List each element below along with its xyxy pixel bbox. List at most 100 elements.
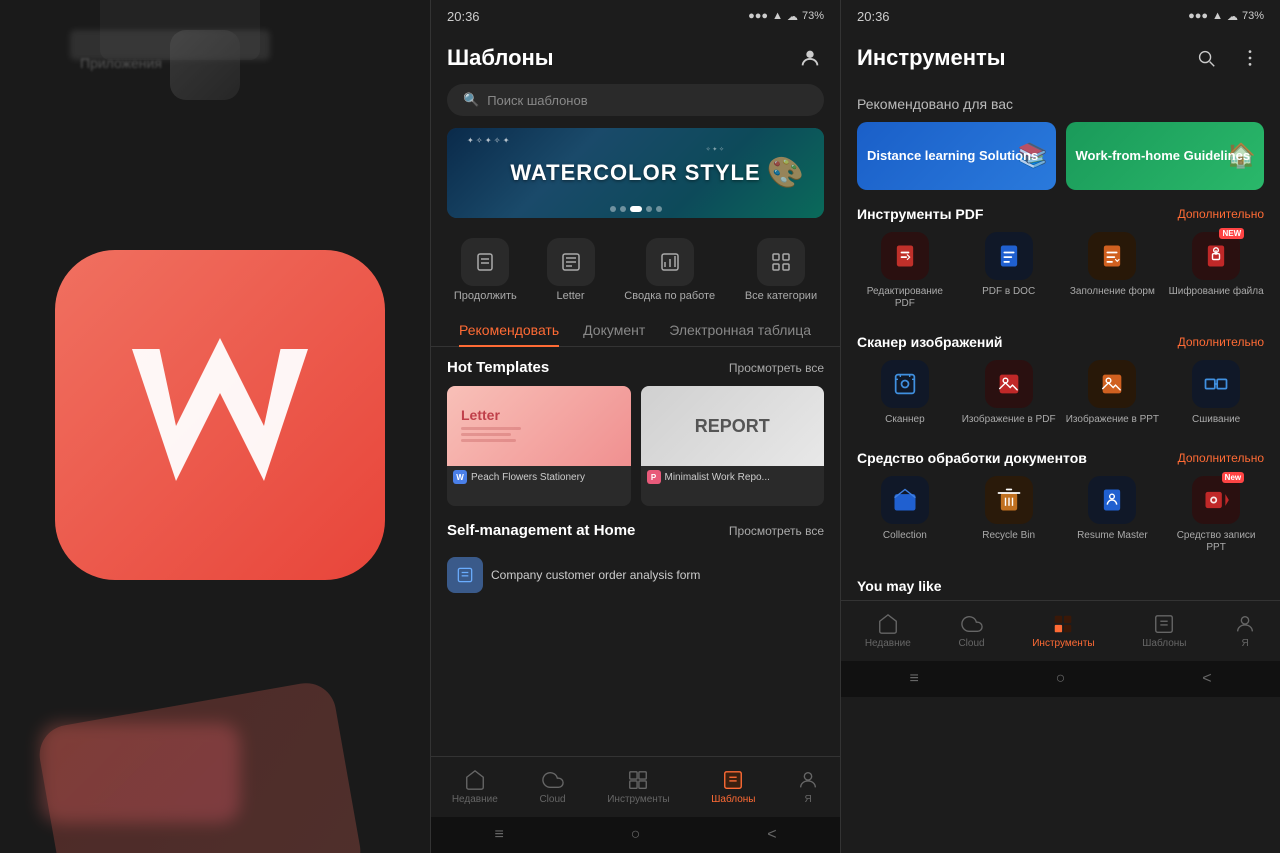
self-mgmt-more[interactable]: Просмотреть все	[729, 524, 824, 538]
nav-recent-1[interactable]: Недавние	[440, 765, 510, 809]
wps-logo	[55, 250, 385, 580]
nav-tools-1[interactable]: Инструменты	[595, 765, 681, 809]
battery-2: 73%	[1242, 10, 1264, 22]
quick-action-categories[interactable]: Все категории	[745, 238, 817, 302]
tab-spreadsheet[interactable]: Электронная таблица	[657, 314, 823, 346]
nav-recent-label-2: Недавние	[865, 638, 911, 649]
app-icon-ring	[170, 30, 240, 100]
wifi-icon-1: ☁	[787, 10, 798, 23]
pdf-tools-grid: Редактирование PDF PDF в DOC	[857, 232, 1264, 310]
pdf-tools-header: Инструменты PDF Дополнительно	[857, 206, 1264, 222]
line-2	[461, 433, 511, 436]
doc-processor-header: Средство обработки документов Дополнител…	[857, 450, 1264, 466]
time-2: 20:36	[857, 9, 890, 24]
status-bar-2: 20:36 ●●● ▲ ☁ 73%	[841, 0, 1280, 32]
report-icon	[646, 238, 694, 286]
tab-recommend[interactable]: Рекомендовать	[447, 314, 571, 346]
collection-label: Collection	[883, 530, 927, 542]
encrypt-new-badge: NEW	[1219, 228, 1244, 239]
self-mgmt-item[interactable]: Company customer order analysis form	[447, 549, 824, 601]
quick-action-letter[interactable]: Letter	[547, 238, 595, 302]
continue-label: Продолжить	[454, 290, 517, 302]
hot-templates-more[interactable]: Просмотреть все	[729, 361, 824, 375]
scanner-more[interactable]: Дополнительно	[1178, 335, 1264, 349]
nav-cloud-label-1: Cloud	[539, 794, 565, 805]
rec-card-distance-learning[interactable]: Distance learning Solutions 📚	[857, 122, 1056, 190]
nav-templates-label-1: Шаблоны	[711, 794, 755, 805]
page-title-2: Инструменты	[857, 45, 1006, 71]
tool-stitch[interactable]: Сшивание	[1168, 360, 1264, 426]
nav-cloud-2[interactable]: Cloud	[946, 609, 996, 653]
ppt-recorder-label: Средство записи PPT	[1168, 530, 1264, 554]
self-mgmt-icon	[447, 557, 483, 593]
form-fill-icon	[1088, 232, 1136, 280]
categories-icon	[757, 238, 805, 286]
encrypt-icon: NEW	[1192, 232, 1240, 280]
quick-action-report[interactable]: Сводка по работе	[624, 238, 715, 302]
menu-btn-1[interactable]: ≡	[494, 826, 503, 844]
template-card-report[interactable]: REPORT P Minimalist Work Repo...	[641, 386, 825, 506]
banner-text: WATERCOLOR STYLE	[510, 160, 760, 186]
search-bar[interactable]: 🔍 Поиск шаблонов	[447, 84, 824, 116]
home-btn-1[interactable]: ○	[631, 826, 641, 844]
nav-profile-2[interactable]: Я	[1222, 609, 1268, 653]
you-may-like-section: You may like	[841, 570, 1280, 600]
tool-recycle-bin[interactable]: Recycle Bin	[961, 476, 1057, 554]
tool-img-pdf[interactable]: Изображение в PDF	[961, 360, 1057, 426]
nav-templates-1[interactable]: Шаблоны	[699, 765, 767, 809]
tool-form-fill[interactable]: Заполнение форм	[1065, 232, 1161, 310]
banner[interactable]: ✦ ✧ ✦ ✧ ✦ ✧ ✦ ✧ WATERCOLOR STYLE 🎨	[447, 128, 824, 218]
pdf-tools-more[interactable]: Дополнительно	[1178, 207, 1264, 221]
menu-btn-2[interactable]: ≡	[909, 670, 918, 688]
profile-icon[interactable]	[796, 44, 824, 72]
home-btn-2[interactable]: ○	[1056, 670, 1066, 688]
battery-1: 73%	[802, 10, 824, 22]
back-btn-2[interactable]: <	[1202, 670, 1211, 688]
tool-pdf-edit[interactable]: Редактирование PDF	[857, 232, 953, 310]
dot-1	[610, 206, 616, 212]
signal-dots-1: ●●●	[748, 10, 768, 22]
dot-2	[620, 206, 626, 212]
search-icon-btn[interactable]	[1192, 44, 1220, 72]
tool-encrypt[interactable]: NEW Шифрование файла	[1168, 232, 1264, 310]
back-btn-1[interactable]: <	[767, 826, 776, 844]
img-pdf-label: Изображение в PDF	[962, 414, 1056, 426]
more-icon-btn[interactable]	[1236, 44, 1264, 72]
ppt-recorder-icon: New	[1192, 476, 1240, 524]
letter-content: Letter	[455, 401, 527, 451]
tool-collection[interactable]: Collection	[857, 476, 953, 554]
tool-scanner[interactable]: Сканнер	[857, 360, 953, 426]
resume-icon	[1088, 476, 1136, 524]
phone-templates: 20:36 ●●● ▲ ☁ 73% Шаблоны 🔍	[430, 0, 840, 853]
nav-tools-2[interactable]: Инструменты	[1020, 609, 1106, 653]
self-mgmt-header: Self-management at Home Просмотреть все	[447, 522, 824, 539]
nav-profile-label-2: Я	[1242, 638, 1249, 649]
letter-icon	[547, 238, 595, 286]
tool-ppt-recorder[interactable]: New Средство записи PPT	[1168, 476, 1264, 554]
nav-tools-label-2: Инструменты	[1032, 638, 1094, 649]
header-icons-1	[796, 44, 824, 72]
tool-img-ppt[interactable]: Изображение в PPT	[1065, 360, 1161, 426]
tool-pdf-doc[interactable]: PDF в DOC	[961, 232, 1057, 310]
wifi-icon-2: ☁	[1227, 10, 1238, 23]
nav-cloud-1[interactable]: Cloud	[527, 765, 577, 809]
img-ppt-label: Изображение в PPT	[1066, 414, 1159, 426]
nav-templates-label-2: Шаблоны	[1142, 638, 1186, 649]
recycle-bin-icon	[985, 476, 1033, 524]
pdf-doc-icon	[985, 232, 1033, 280]
letter-card-name: Peach Flowers Stationery	[471, 472, 585, 483]
rec-card-work-from-home[interactable]: Work-from-home Guidelines 🏠	[1066, 122, 1265, 190]
nav-recent-2[interactable]: Недавние	[853, 609, 923, 653]
nav-templates-2[interactable]: Шаблоны	[1130, 609, 1198, 653]
report-label: Сводка по работе	[624, 290, 715, 302]
tool-resume-master[interactable]: Resume Master	[1065, 476, 1161, 554]
left-panel: Приложения	[0, 0, 430, 853]
scanner-icon	[881, 360, 929, 408]
template-card-letter[interactable]: Letter W Peach Flowers Stationer	[447, 386, 631, 506]
doc-processor-more[interactable]: Дополнительно	[1178, 451, 1264, 465]
bottom-nav-1: Недавние Cloud Инструменты	[431, 756, 840, 817]
android-nav-1: ≡ ○ <	[431, 817, 840, 853]
tab-document[interactable]: Документ	[571, 314, 657, 346]
nav-profile-1[interactable]: Я	[785, 765, 831, 809]
quick-action-continue[interactable]: Продолжить	[454, 238, 517, 302]
